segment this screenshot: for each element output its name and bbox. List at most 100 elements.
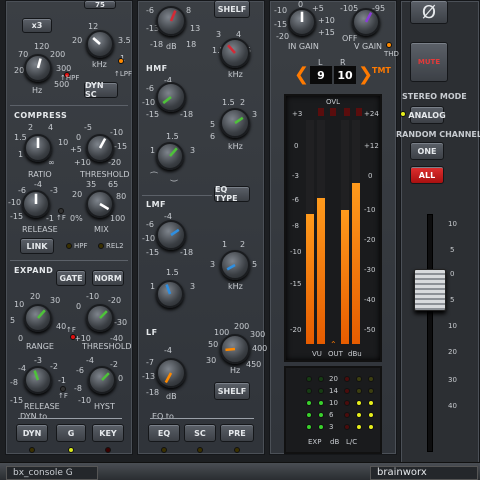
mix-knob[interactable] xyxy=(86,190,114,218)
x3-button[interactable]: x3 xyxy=(22,18,52,33)
vu-meter-bar-left xyxy=(306,214,314,344)
meter-left-tick: -20 xyxy=(290,326,302,334)
range-knob[interactable] xyxy=(24,304,52,332)
fader-slot xyxy=(427,214,433,452)
exp-threshold-scale-0: 0 xyxy=(76,302,82,311)
threshold-scale-m15: -15 xyxy=(114,142,128,151)
threshold-knob[interactable] xyxy=(86,134,114,162)
lmf-q-knob[interactable] xyxy=(156,280,184,308)
range-scale-5: 5 xyxy=(10,316,16,325)
hmf-gain-knob[interactable] xyxy=(156,82,186,112)
one-button[interactable]: ONE xyxy=(410,142,444,160)
hpf-sc-label: HPF xyxy=(74,242,88,250)
release-knob[interactable] xyxy=(22,190,50,218)
divider xyxy=(10,105,128,106)
thd-led xyxy=(386,42,392,48)
lmf-gain-scale-m18: -18 xyxy=(180,248,194,257)
analog-button[interactable]: ANALOG xyxy=(408,106,446,124)
lf-gain-scale-m4: -4 xyxy=(164,346,172,355)
mix-label: MIX xyxy=(94,225,109,234)
output-fader-handle[interactable] xyxy=(414,269,446,311)
all-button[interactable]: ALL xyxy=(410,166,444,184)
in-gain-knob[interactable] xyxy=(288,8,316,36)
in-gain-scale-p15: +15 xyxy=(318,28,335,37)
led-matrix-led xyxy=(356,412,362,418)
exp-threshold-knob[interactable] xyxy=(86,304,114,332)
meter-selector-icon[interactable]: ⌃ xyxy=(330,340,337,349)
norm-button[interactable]: NORM xyxy=(92,270,124,286)
hpf-frequency-knob[interactable] xyxy=(24,54,52,82)
hpf-scale-200: 200 xyxy=(50,50,66,59)
led-matrix-led xyxy=(318,400,324,406)
lmf-freq-knob[interactable] xyxy=(220,250,250,280)
ovl-led-right xyxy=(344,108,350,116)
g-button[interactable]: G xyxy=(56,424,86,442)
fader-tick: 40 xyxy=(448,402,457,410)
hyst-scale-m8: -8 xyxy=(74,384,82,393)
sc-button[interactable]: SC xyxy=(184,424,216,442)
eq-button[interactable]: EQ xyxy=(148,424,180,442)
thd-label: THD xyxy=(384,50,399,58)
mute-button[interactable]: MUTE xyxy=(410,42,448,82)
lmf-gain-knob[interactable] xyxy=(156,220,186,250)
lf-shelf-button[interactable]: SHELF xyxy=(214,382,250,400)
ratio-knob[interactable] xyxy=(24,134,52,162)
ratio-scale-10: 10 xyxy=(58,138,69,147)
rel2-led xyxy=(98,243,104,249)
led-matrix-led xyxy=(318,412,324,418)
led-matrix-led xyxy=(344,400,350,406)
hmf-freq-knob[interactable] xyxy=(220,108,250,138)
hf-gain-scale-8: 8 xyxy=(186,6,192,15)
link-button[interactable]: LINK xyxy=(20,238,54,254)
lmf-gain-scale-m6: -6 xyxy=(146,220,154,229)
hf-shelf-button[interactable]: SHELF xyxy=(214,0,250,18)
pre-button[interactable]: PRE xyxy=(220,424,254,442)
mix-scale-0: 0% xyxy=(70,214,83,223)
led-matrix-led xyxy=(356,400,362,406)
lf-db-unit: dB xyxy=(166,392,177,401)
lmf-freq-scale-3: 3 xyxy=(210,260,216,269)
release-scale-m15: -15 xyxy=(10,212,24,221)
fader-tick: 5 xyxy=(450,246,455,254)
prev-channel-arrow-icon[interactable]: ❮ xyxy=(294,64,309,85)
stereo-mode-label: STEREO MODE xyxy=(402,92,467,101)
meter-left-tick: 0 xyxy=(294,142,299,150)
v-gain-knob[interactable] xyxy=(352,8,380,36)
gate-button[interactable]: GATE xyxy=(56,270,86,286)
key-button[interactable]: KEY xyxy=(92,424,124,442)
hf-gain-knob[interactable] xyxy=(156,6,186,36)
meter-right-tick: -30 xyxy=(364,266,376,274)
filter-top-button[interactable]: 75 xyxy=(84,0,116,9)
hmf-freq-scale-5: 5 xyxy=(210,120,216,129)
exp-release-scale-m8: -8 xyxy=(10,378,18,387)
hmf-q-scale-1: 1 xyxy=(150,146,156,155)
lmf-freq-scale-1: 1 xyxy=(222,240,228,249)
lf-freq-knob[interactable] xyxy=(220,334,250,364)
led-matrix-led xyxy=(368,376,374,382)
hpf-scale-120: 120 xyxy=(34,42,50,51)
led-matrix-db-label: 20 xyxy=(329,375,338,383)
exp-release-label: RELEASE xyxy=(24,402,60,411)
exp-release-knob[interactable] xyxy=(24,366,52,394)
hf-gain-scale-18: 18 xyxy=(186,40,197,49)
release-scale-m4: -4 xyxy=(34,180,42,189)
dyn-sc-button[interactable]: DYN SC xyxy=(84,81,118,99)
lmf-khz-unit: kHz xyxy=(228,282,243,291)
mix-scale-20: 20 xyxy=(72,190,83,199)
hf-freq-knob[interactable] xyxy=(220,38,250,68)
hmf-freq-scale-2: 2 xyxy=(240,98,246,107)
led-matrix-db-label: 3 xyxy=(329,423,334,431)
divider xyxy=(10,260,128,261)
mix-scale-100: 100 xyxy=(110,214,126,223)
range-scale-20: 20 xyxy=(30,292,41,301)
eq-type-button[interactable]: EQ TYPE xyxy=(214,185,250,203)
phase-invert-button[interactable]: Ø xyxy=(410,0,448,24)
hmf-q-knob[interactable] xyxy=(156,142,184,170)
next-channel-arrow-icon[interactable]: ❯ xyxy=(358,64,373,85)
hf-db-unit: dB xyxy=(166,42,177,51)
fader-tick: 30 xyxy=(448,376,457,384)
lf-gain-knob[interactable] xyxy=(156,358,186,388)
dyn-button[interactable]: DYN xyxy=(16,424,48,442)
hyst-knob[interactable] xyxy=(88,366,116,394)
lpf-frequency-knob[interactable] xyxy=(86,30,114,58)
